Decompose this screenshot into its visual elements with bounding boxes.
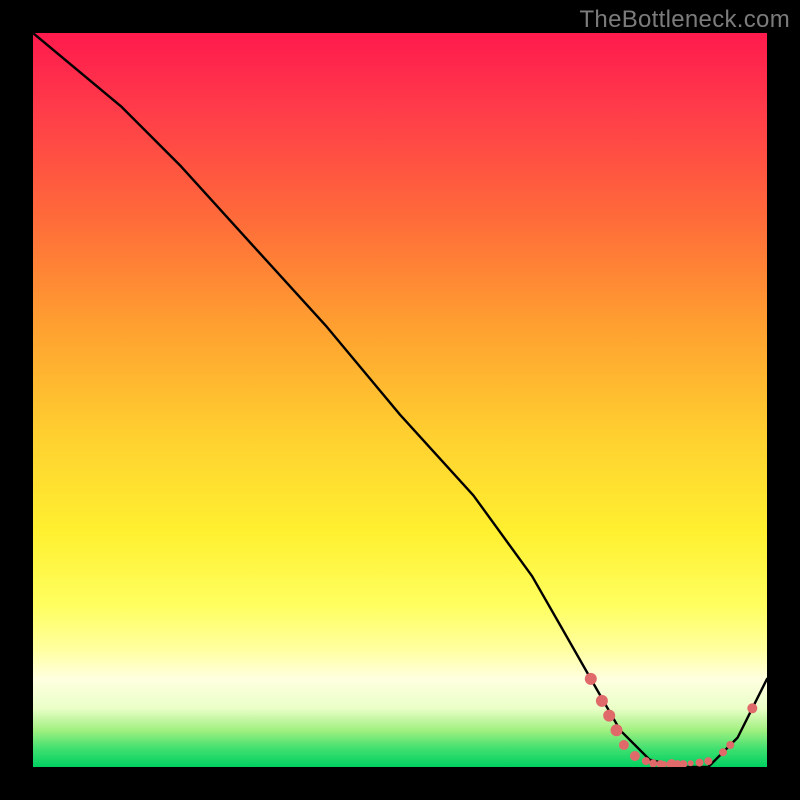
sample-point bbox=[585, 673, 597, 685]
sample-point bbox=[661, 761, 667, 767]
sample-point bbox=[630, 751, 640, 761]
watermark-text: TheBottleneck.com bbox=[579, 6, 790, 34]
sample-point bbox=[719, 748, 727, 756]
sample-point bbox=[596, 695, 608, 707]
sample-point bbox=[704, 757, 712, 765]
sample-point bbox=[619, 740, 629, 750]
sample-point bbox=[747, 703, 757, 713]
sample-point bbox=[688, 760, 694, 766]
plot-area bbox=[33, 33, 767, 767]
bottleneck-curve bbox=[33, 33, 767, 767]
sample-point bbox=[696, 759, 704, 767]
marker-group bbox=[585, 673, 758, 767]
sample-point bbox=[611, 724, 623, 736]
sample-point bbox=[726, 741, 734, 749]
sample-point bbox=[649, 759, 657, 767]
sample-point bbox=[603, 710, 615, 722]
sample-point bbox=[642, 757, 650, 765]
sample-point bbox=[679, 760, 687, 767]
curve-layer bbox=[33, 33, 767, 767]
chart-frame: TheBottleneck.com bbox=[0, 0, 800, 800]
